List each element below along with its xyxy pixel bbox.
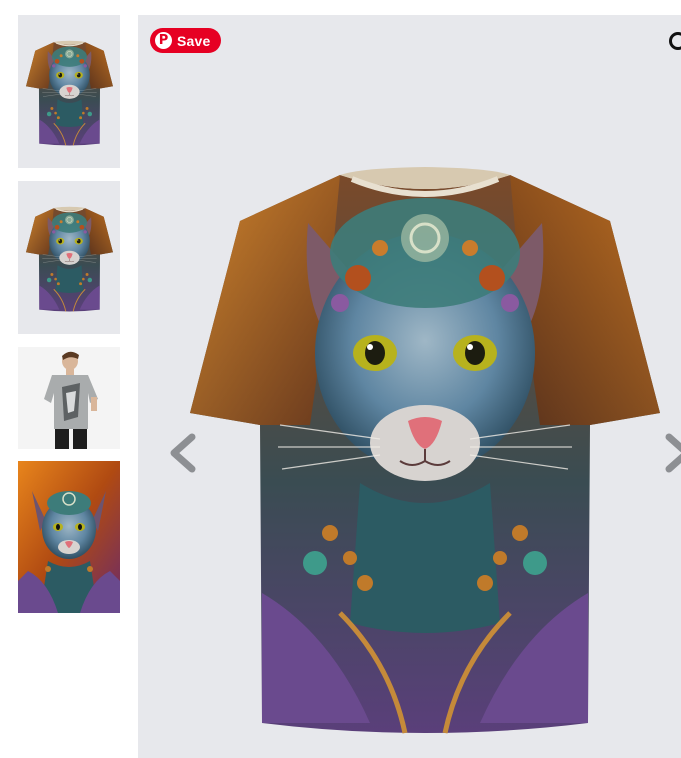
thumbnail-artwork-image: [18, 461, 120, 613]
thumbnail-front-view[interactable]: [18, 15, 120, 168]
thumbnail-back-image: [18, 181, 120, 334]
chevron-left-icon[interactable]: [166, 433, 200, 473]
main-image-viewer[interactable]: P Save: [138, 15, 681, 758]
thumbnail-back-view[interactable]: [18, 181, 120, 334]
thumbnail-artwork-view[interactable]: [18, 461, 120, 613]
chevron-right-icon[interactable]: [661, 433, 681, 473]
thumbnail-model-view[interactable]: [18, 347, 120, 449]
zoom-icon[interactable]: [669, 32, 681, 50]
thumbnail-front-image: [18, 15, 120, 168]
pinterest-icon: P: [155, 32, 172, 49]
thumbnail-model-image: [18, 347, 120, 449]
pinterest-save-button[interactable]: P Save: [150, 28, 221, 53]
product-gallery: P Save: [0, 0, 681, 758]
pinterest-save-label: Save: [177, 32, 211, 49]
product-main-image: [190, 163, 660, 753]
